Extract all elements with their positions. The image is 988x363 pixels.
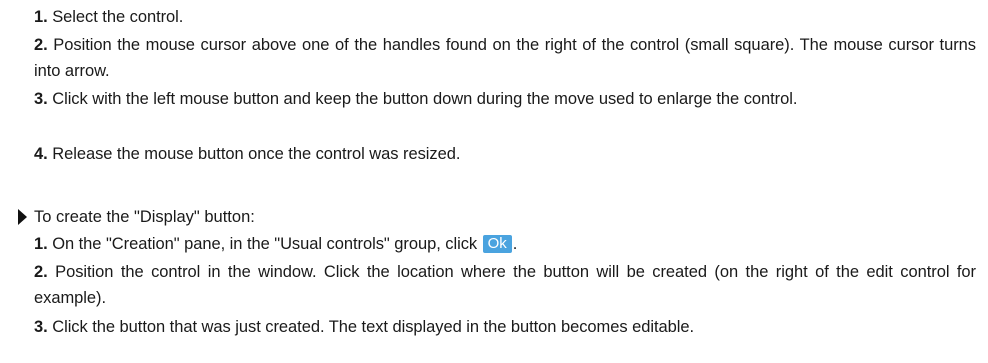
step-number: 4. xyxy=(34,145,48,163)
resize-step-3: 3. Click with the left mouse button and … xyxy=(34,86,976,112)
step-text: Position the mouse cursor above one of t… xyxy=(34,36,976,80)
create-step-2: 2. Position the control in the window. C… xyxy=(34,259,976,311)
triangle-bullet-icon xyxy=(18,209,27,225)
step-number: 2. xyxy=(34,36,48,54)
step-number: 1. xyxy=(34,8,48,26)
resize-step-1: 1. Select the control. xyxy=(34,4,976,30)
step-number: 3. xyxy=(34,90,48,108)
create-step-3: 3. Click the button that was just create… xyxy=(34,314,976,340)
step-number: 1. xyxy=(34,235,48,253)
ok-button-icon: Ok xyxy=(482,235,512,253)
step-number: 3. xyxy=(34,318,48,336)
step-text: Click the button that was just created. … xyxy=(47,318,695,336)
step-text: Release the mouse button once the contro… xyxy=(47,145,461,163)
step-text-end: . xyxy=(512,235,518,253)
step-number: 2. xyxy=(34,263,48,281)
help-page: 1. Select the control. 2. Position the m… xyxy=(0,0,988,363)
create-step-1: 1. On the "Creation" pane, in the "Usual… xyxy=(34,231,976,257)
bullet-text: To create the "Display" button: xyxy=(34,208,255,226)
resize-step-2: 2. Position the mouse cursor above one o… xyxy=(34,32,976,84)
resize-step-4: 4. Release the mouse button once the con… xyxy=(34,141,976,167)
step-text: Select the control. xyxy=(47,8,184,26)
step-text: Position the control in the window. Clic… xyxy=(34,263,976,307)
section-bullet: To create the "Display" button: xyxy=(18,204,255,230)
step-text: On the "Creation" pane, in the "Usual co… xyxy=(47,235,482,253)
step-text: Click with the left mouse button and kee… xyxy=(47,90,798,108)
